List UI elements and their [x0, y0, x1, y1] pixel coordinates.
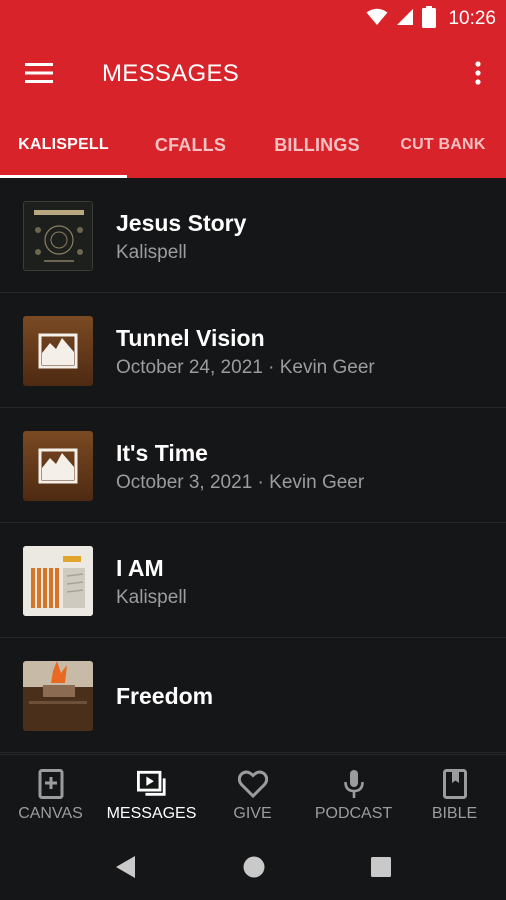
nav-give[interactable]: GIVE: [202, 755, 303, 835]
bible-plus-icon: [36, 769, 66, 799]
tab-cut-bank[interactable]: CUT BANK: [380, 112, 506, 178]
book-icon: [440, 769, 470, 799]
message-title: Jesus Story: [116, 210, 247, 236]
list-item[interactable]: It's Time October 3, 2021 · Kevin Geer: [0, 408, 506, 523]
wifi-icon: [366, 8, 388, 31]
nav-canvas[interactable]: CANVAS: [0, 755, 101, 835]
recents-icon[interactable]: [368, 854, 394, 880]
message-title: Freedom: [116, 683, 214, 709]
more-vertical-icon: [475, 60, 481, 90]
list-item[interactable]: Freedom: [0, 638, 506, 753]
i-am-artwork: [23, 546, 93, 616]
jesus-story-artwork: [23, 201, 93, 271]
nav-label: GIVE: [233, 805, 272, 822]
freedom-artwork: [23, 661, 93, 731]
placeholder-image-icon: [23, 316, 93, 386]
cell-signal-icon: [396, 8, 414, 31]
message-subtitle: October 3, 2021 · Kevin Geer: [116, 472, 365, 493]
battery-icon: [422, 5, 437, 33]
nav-label: CANVAS: [18, 805, 83, 822]
video-library-icon: [136, 769, 167, 799]
message-title: Tunnel Vision: [116, 325, 265, 351]
status-bar: 10:26: [0, 0, 506, 38]
message-title: I AM: [116, 555, 164, 581]
menu-button[interactable]: [20, 57, 58, 93]
nav-podcast[interactable]: PODCAST: [303, 755, 404, 835]
status-icons: 10:26: [366, 5, 496, 33]
tab-kalispell[interactable]: KALISPELL: [0, 112, 127, 178]
back-icon[interactable]: [113, 854, 139, 880]
message-subtitle: October 24, 2021 · Kevin Geer: [116, 357, 375, 378]
tab-billings[interactable]: BILLINGS: [254, 112, 380, 178]
microphone-icon: [339, 769, 369, 799]
nav-label: BIBLE: [431, 805, 478, 822]
status-time: 10:26: [448, 8, 496, 29]
page-title: MESSAGES: [102, 60, 240, 87]
system-navigation-bar: [0, 834, 506, 900]
heart-icon: [237, 769, 268, 799]
nav-label: MESSAGES: [106, 805, 197, 822]
message-title: It's Time: [116, 440, 208, 466]
list-item[interactable]: Tunnel Vision October 24, 2021 · Kevin G…: [0, 293, 506, 408]
location-tabs: KALISPELL CFALLS BILLINGS CUT BANK: [0, 112, 506, 178]
list-item[interactable]: I AM Kalispell: [0, 523, 506, 638]
bottom-navigation: CANVAS MESSAGES GIVE PODCAST BIBLE: [0, 754, 506, 834]
home-icon[interactable]: [241, 854, 267, 880]
message-subtitle: Kalispell: [116, 587, 187, 608]
list-item[interactable]: Jesus Story Kalispell: [0, 178, 506, 293]
nav-messages[interactable]: MESSAGES: [101, 755, 202, 835]
hamburger-menu-icon: [25, 62, 53, 89]
message-subtitle: Kalispell: [116, 242, 187, 263]
app-bar: MESSAGES: [0, 38, 506, 112]
tab-cfalls[interactable]: CFALLS: [127, 112, 254, 178]
nav-bible[interactable]: BIBLE: [404, 755, 505, 835]
nav-label: PODCAST: [314, 805, 393, 822]
overflow-menu-button[interactable]: [466, 57, 490, 93]
message-list: Jesus Story Kalispell Tunnel Vision Octo…: [0, 178, 506, 754]
placeholder-image-icon: [23, 431, 93, 501]
